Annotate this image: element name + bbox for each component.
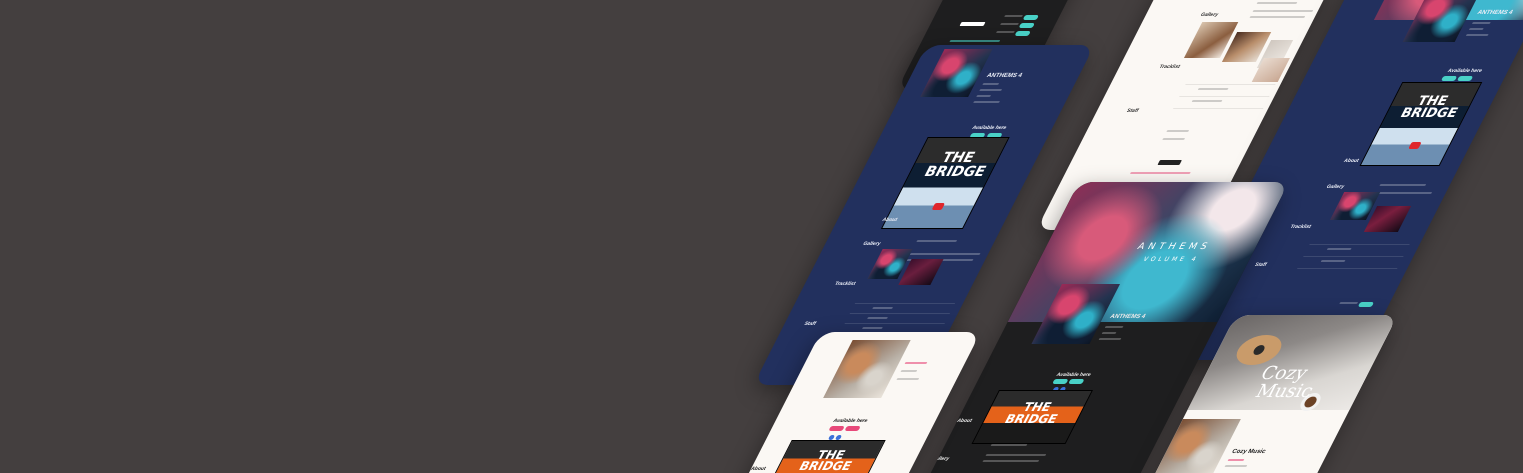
meta-line (1227, 459, 1245, 461)
meta-line (1471, 22, 1491, 24)
hero-subtitle: VOLUME 4 (1141, 256, 1201, 263)
footer-links[interactable] (949, 40, 1001, 42)
play-icon[interactable] (931, 202, 946, 210)
staff-link[interactable] (1357, 302, 1375, 307)
store-button[interactable] (1052, 379, 1069, 384)
album-title: Cozy Music (1230, 449, 1267, 455)
about-label: About (749, 466, 767, 472)
track-row[interactable] (861, 327, 883, 329)
staff-label: Staff (802, 321, 818, 327)
gallery-label: Gallery (1325, 184, 1346, 190)
footer-links[interactable] (1129, 172, 1191, 174)
track-row[interactable] (867, 317, 889, 319)
meta-line (1104, 326, 1124, 328)
staff-row (1339, 302, 1359, 304)
link-pill[interactable] (1014, 31, 1031, 36)
track-row[interactable] (1326, 248, 1352, 250)
about-text (1256, 2, 1298, 4)
staff-label: Staff (1253, 262, 1268, 268)
track-row[interactable] (1191, 100, 1223, 102)
available-label: Available here (1446, 68, 1484, 74)
meta-line (1101, 332, 1117, 334)
album-title: ANTHEMS 4 (985, 73, 1024, 79)
about-text (1375, 192, 1433, 194)
meta-line (982, 83, 1000, 85)
meta-line (1224, 465, 1248, 467)
store-button[interactable] (1440, 76, 1458, 81)
store-button[interactable] (1068, 379, 1085, 384)
album-title: ANTHEMS 4 (1475, 10, 1514, 16)
meta-line (904, 362, 928, 364)
divider (1179, 96, 1270, 97)
track-row[interactable] (872, 307, 894, 309)
about-text (982, 460, 1040, 462)
track-row[interactable] (1320, 260, 1346, 262)
logo (1157, 160, 1182, 165)
video-title: THE BRIDGE (796, 448, 855, 473)
about-label: About (955, 418, 974, 424)
gallery-thumb[interactable] (1251, 58, 1290, 82)
hero-title: ANTHEMS (1135, 242, 1213, 252)
text-line (1004, 15, 1024, 17)
meta-line (1098, 338, 1122, 340)
video-title: THE BRIDGE (921, 150, 989, 180)
about-text (909, 253, 981, 255)
track-row[interactable] (1197, 88, 1229, 90)
divider (1172, 108, 1264, 109)
meta-line (973, 101, 1001, 103)
meta-line (1468, 28, 1484, 30)
store-button[interactable] (1456, 76, 1474, 81)
divider (1309, 244, 1410, 245)
staff-label: Staff (1125, 108, 1140, 114)
available-label: Available here (1055, 372, 1092, 378)
gallery-label: Gallery (930, 456, 951, 462)
link-pill[interactable] (1018, 23, 1036, 28)
meta-line (1465, 34, 1489, 36)
about-text (1249, 16, 1306, 18)
divider (1303, 256, 1404, 257)
about-text (985, 454, 1047, 456)
meta-line (976, 95, 992, 97)
gallery-label: Gallery (861, 241, 882, 247)
video-player[interactable]: THE BRIDGE (971, 390, 1093, 444)
gallery-label: Gallery (1199, 12, 1220, 18)
link-pill[interactable] (1022, 15, 1040, 20)
meta-line (979, 89, 1003, 91)
tracklist-label: Tracklist (1288, 224, 1313, 230)
album-art (823, 340, 911, 398)
tracklist-label: Tracklist (833, 281, 857, 287)
about-label: About (1342, 158, 1361, 164)
video-player[interactable]: THE BRIDGE (1359, 82, 1483, 166)
play-icon[interactable] (1408, 142, 1422, 150)
divider (844, 323, 945, 324)
meta-line (900, 370, 918, 372)
text-line (995, 31, 1015, 33)
about-text (916, 240, 958, 242)
about-text (1252, 10, 1314, 12)
staff-row (1166, 130, 1190, 132)
store-button[interactable] (828, 426, 845, 431)
about-text (990, 444, 1028, 446)
divider (1185, 84, 1276, 85)
video-title: THE BRIDGE (1397, 94, 1460, 122)
divider (854, 303, 956, 304)
video-player[interactable]: THE BRIDGE (765, 440, 886, 473)
divider (849, 313, 951, 314)
text-line (1000, 23, 1020, 25)
video-player[interactable]: THE BRIDGE (880, 137, 1010, 229)
staff-row (1162, 138, 1186, 140)
album-title: ANTHEMS 4 (1108, 314, 1147, 320)
store-button[interactable] (844, 426, 861, 431)
about-text (1379, 184, 1427, 186)
divider (1297, 268, 1398, 269)
available-label: Available here (970, 125, 1008, 131)
about-label: About (880, 217, 899, 223)
available-label: Available here (831, 418, 869, 424)
video-title: THE BRIDGE (1002, 400, 1061, 426)
showcase-stage: ANTHEMS 4 Available here THE BRIDGE Abou… (0, 0, 1523, 473)
logo (959, 22, 986, 26)
tracklist-label: Tracklist (1157, 64, 1182, 70)
meta-line (896, 378, 920, 380)
